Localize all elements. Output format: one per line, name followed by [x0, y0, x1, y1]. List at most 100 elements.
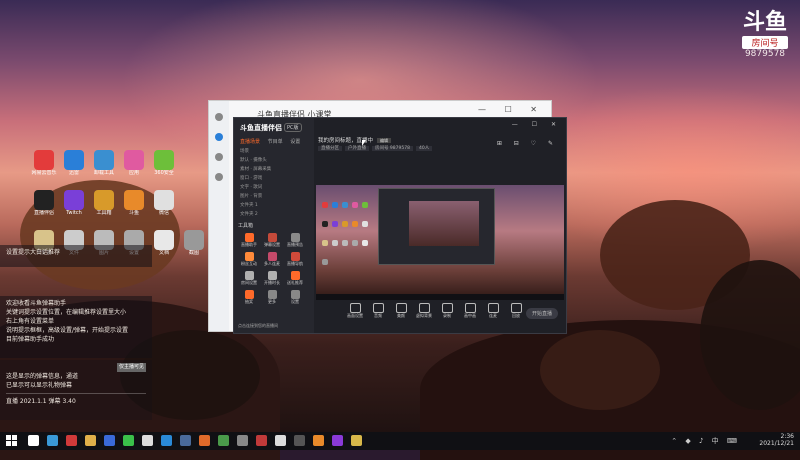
tool-button[interactable]: 开播时长	[261, 271, 283, 286]
tool-button[interactable]: 直播助手	[238, 233, 260, 248]
taskbar-app-red-icon[interactable]	[256, 435, 267, 446]
tool-button[interactable]: 多人连麦	[261, 252, 283, 267]
taskbar-search-icon[interactable]	[28, 435, 39, 446]
chat-panel-middle: 欢迎收看斗鱼弹幕助手 关键词提示设置位置，在编辑推荐设置里大小 右上角有设置菜单…	[0, 296, 152, 358]
tab-schedule[interactable]: 节目单	[268, 139, 283, 145]
chat-panel-bottom: 仅主播可见 这是显示的弹幕信息，通道 已显示可以显示礼物弹幕 直播 2021.1…	[0, 360, 152, 420]
taskbar-app-orange-icon[interactable]	[199, 435, 210, 446]
bottom-toolbar: 开始直播 画面设置 音频 美颜 虚拟背景 录制 画中画 连麦 回放	[314, 300, 566, 333]
taskbar-app-gray-icon[interactable]	[237, 435, 248, 446]
tool-button[interactable]: 更多	[261, 290, 283, 305]
taskbar-folder-icon[interactable]	[85, 435, 96, 446]
left-tabs: 直播场景 节目单 设置	[240, 138, 306, 145]
desktop-icon[interactable]: 网易云音乐	[30, 150, 58, 176]
room-header: 我的房间标题，直播中 编辑	[318, 136, 392, 144]
tab-settings[interactable]: 设置	[290, 139, 300, 145]
room-tag[interactable]: 户外直播	[345, 146, 369, 151]
room-tag[interactable]: 直播分区	[318, 146, 342, 151]
wallpaper-tree	[540, 330, 660, 410]
edit-title-button[interactable]: 编辑	[377, 138, 392, 143]
tool-button[interactable]: 粉丝互动	[238, 252, 260, 267]
taskbar-visual-studio-icon[interactable]	[332, 435, 343, 446]
taskbar-app-green-icon[interactable]	[218, 435, 229, 446]
stream-preview[interactable]	[316, 185, 564, 300]
tool-button[interactable]: 直播导航	[284, 252, 306, 267]
desktop-icon[interactable]: 卸载工具	[90, 150, 118, 176]
desktop-icon[interactable]: 应用	[120, 150, 148, 176]
desktop-icon[interactable]: 截图	[180, 230, 208, 256]
tool-button[interactable]: 房间设置	[238, 271, 260, 286]
bottom-tool-label: 虚拟背景	[416, 313, 432, 318]
sidebar-icon[interactable]	[215, 133, 223, 141]
preview-icon	[362, 221, 368, 227]
desktop-icon[interactable]: 360安全	[150, 150, 178, 176]
app-logo: 斗鱼直播伴侣	[240, 124, 282, 132]
tool-button[interactable]: 送礼推荐	[284, 271, 306, 286]
taskbar-blue-app-icon[interactable]	[104, 435, 115, 446]
tool-icon	[267, 271, 277, 280]
window-controls[interactable]: — ☐ ✕	[512, 121, 562, 128]
scene-item[interactable]: 默认 · 摄像头	[240, 157, 267, 163]
bottom-tool-icon	[441, 303, 453, 313]
tab-scenes[interactable]: 直播场景	[240, 139, 260, 145]
taskbar-app-dark-icon[interactable]	[294, 435, 305, 446]
tool-icon	[244, 233, 254, 242]
clock[interactable]: 2:36 2021/12/21	[759, 433, 794, 447]
desktop-icon-label: 应用	[128, 170, 139, 176]
taskbar-steam-icon[interactable]	[180, 435, 191, 446]
tool-button[interactable]: 弹幕设置	[261, 233, 283, 248]
live-companion-window[interactable]: 斗鱼直播伴侣 PC版 直播场景 节目单 设置 场景 默认 · 摄像头 素材 · 屏幕…	[233, 117, 567, 334]
bottom-tool-label: 连麦	[489, 313, 497, 318]
desktop-icon[interactable]: 斗鱼	[120, 190, 148, 216]
room-id: 9879578	[744, 49, 786, 59]
system-tray-icons[interactable]: ⌃ ◆ ♪ 中 ⌨	[671, 436, 740, 446]
toolbar-icons[interactable]: ⊞ ⊟ ♡ ✎	[497, 140, 558, 147]
taskbar-qq-icon[interactable]	[161, 435, 172, 446]
bottom-tool-button[interactable]: 录制	[436, 303, 458, 319]
scene-item[interactable]: 文件夹 2	[240, 211, 258, 217]
bottom-tool-button[interactable]: 美颜	[390, 303, 412, 319]
taskbar-app-white-icon[interactable]	[275, 435, 286, 446]
desktop-icon[interactable]: Twitch	[60, 190, 88, 216]
desktop-icon[interactable]: 迅雷	[60, 150, 88, 176]
taskbar-douyu-icon[interactable]	[313, 435, 324, 446]
bottom-tool-button[interactable]: 画面设置	[344, 303, 366, 319]
taskbar-edge-icon[interactable]	[47, 435, 58, 446]
bottom-tool-button[interactable]: 虚拟背景	[413, 303, 435, 319]
app-icon	[94, 150, 114, 170]
bottom-tool-button[interactable]: 连麦	[482, 303, 504, 319]
connect-note[interactable]: 点击连接到您的直播间	[238, 323, 278, 329]
start-button[interactable]	[6, 435, 17, 446]
scene-item[interactable]: 窗口 · 游戏	[240, 175, 262, 181]
go-live-button[interactable]: 开始直播	[525, 308, 558, 319]
desktop-icon[interactable]: 文档	[150, 230, 178, 256]
tool-icon	[244, 271, 254, 280]
tool-button[interactable]: 直播预告	[284, 233, 306, 248]
tool-grid: 直播助手 弹幕设置 直播预告粉丝互动 多人连麦 直播导航房间设置 开播时长 送礼推荐抽奖 更多…	[238, 233, 312, 309]
scene-item[interactable]: 图片 · 背景	[240, 193, 262, 199]
bottom-tool-button[interactable]: 回放	[505, 303, 527, 319]
app-icon	[154, 190, 174, 210]
desktop-icon[interactable]: 直播伴侣	[30, 190, 58, 216]
chat-line: 说明提示框框，高级设置/弹幕，开始提示设置	[6, 327, 129, 334]
taskbar-chrome-icon[interactable]	[142, 435, 153, 446]
scene-item[interactable]: 文件夹 1	[240, 202, 258, 208]
background-window-controls[interactable]: — ☐ ✕	[478, 105, 545, 114]
taskbar-app-yellow-icon[interactable]	[351, 435, 362, 446]
scene-item[interactable]: 文字 · 歌词	[240, 184, 262, 190]
bottom-tool-button[interactable]: 音频	[367, 303, 389, 319]
scene-item[interactable]: 场景	[240, 148, 249, 154]
sidebar-icon[interactable]	[215, 113, 223, 121]
bottom-tool-label: 美颜	[397, 313, 405, 318]
tool-icon	[244, 290, 254, 299]
tool-button[interactable]: 设置	[284, 290, 306, 305]
desktop-icon[interactable]: 微信	[150, 190, 178, 216]
scene-item[interactable]: 素材 · 屏幕采集	[240, 166, 271, 172]
taskbar-red-app-icon[interactable]	[66, 435, 77, 446]
sidebar-icon[interactable]	[215, 173, 223, 181]
sidebar-icon[interactable]	[215, 153, 223, 161]
taskbar-wechat-icon[interactable]	[123, 435, 134, 446]
tool-button[interactable]: 抽奖	[238, 290, 260, 305]
bottom-tool-button[interactable]: 画中画	[459, 303, 481, 319]
desktop-icon[interactable]: 工具箱	[90, 190, 118, 216]
